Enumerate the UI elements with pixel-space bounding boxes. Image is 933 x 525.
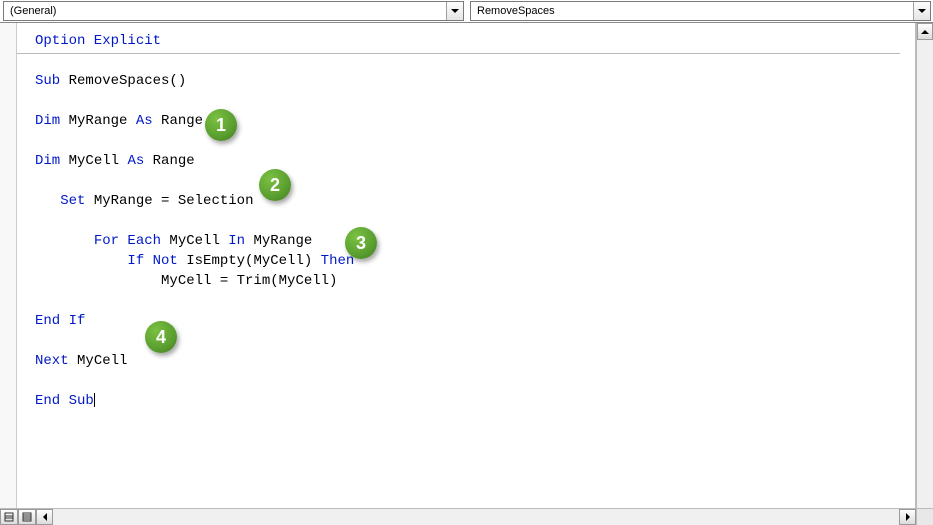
code-token: End Sub <box>35 393 94 409</box>
scroll-corner <box>916 509 933 525</box>
code-token: MyCell = Trim(MyCell) <box>35 273 337 289</box>
callout-2: 2 <box>259 169 291 201</box>
scroll-up-icon[interactable] <box>917 23 933 40</box>
text-cursor <box>94 393 95 407</box>
object-dropdown-value: (General) <box>10 5 56 17</box>
code-token: Next <box>35 353 69 369</box>
procedure-view-button[interactable] <box>0 509 18 525</box>
code-token: As <box>127 153 144 169</box>
code-token: IsEmpty(MyCell) <box>178 253 321 269</box>
procedure-dropdown[interactable]: RemoveSpaces <box>470 1 931 21</box>
code-token <box>35 233 94 249</box>
code-token: MyRange <box>60 113 136 129</box>
code-token: Then <box>321 253 355 269</box>
horizontal-scrollbar[interactable] <box>36 509 916 525</box>
scroll-right-icon[interactable] <box>899 509 916 525</box>
code-token: Range <box>144 153 194 169</box>
dropdown-bar: (General) RemoveSpaces <box>0 0 933 23</box>
code-token: Dim <box>35 113 60 129</box>
code-token: MyCell <box>60 153 127 169</box>
callout-4: 4 <box>145 321 177 353</box>
code-token: Range <box>153 113 203 129</box>
code-pane[interactable]: Option Explicit Sub RemoveSpaces() Dim M… <box>17 23 916 525</box>
code-token: Sub <box>35 73 60 89</box>
code-token: As <box>136 113 153 129</box>
code-token: In <box>228 233 245 249</box>
callout-3: 3 <box>345 227 377 259</box>
code-token: End If <box>35 313 85 329</box>
code-text[interactable]: Option Explicit Sub RemoveSpaces() Dim M… <box>17 23 915 411</box>
code-token <box>35 253 127 269</box>
code-token: MyRange = Selection <box>85 193 253 209</box>
code-token: MyCell <box>161 233 228 249</box>
chevron-down-icon <box>446 2 463 20</box>
code-token: For Each <box>94 233 161 249</box>
chevron-down-icon <box>913 2 930 20</box>
full-module-view-button[interactable] <box>18 509 36 525</box>
procedure-divider <box>17 53 900 54</box>
code-token: MyCell <box>69 353 128 369</box>
code-token: MyRange <box>245 233 312 249</box>
callout-1: 1 <box>205 109 237 141</box>
margin-gutter <box>0 23 17 525</box>
code-token: Dim <box>35 153 60 169</box>
scroll-left-icon[interactable] <box>36 509 53 525</box>
object-dropdown[interactable]: (General) <box>3 1 464 21</box>
code-token: Set <box>60 193 85 209</box>
code-line: Option Explicit <box>35 33 161 49</box>
code-token: If Not <box>127 253 177 269</box>
editor-area: Option Explicit Sub RemoveSpaces() Dim M… <box>0 23 933 525</box>
procedure-dropdown-value: RemoveSpaces <box>477 5 555 17</box>
bottom-bar <box>0 508 933 525</box>
code-token <box>35 193 60 209</box>
vertical-scrollbar[interactable] <box>916 23 933 525</box>
code-token: RemoveSpaces() <box>60 73 186 89</box>
